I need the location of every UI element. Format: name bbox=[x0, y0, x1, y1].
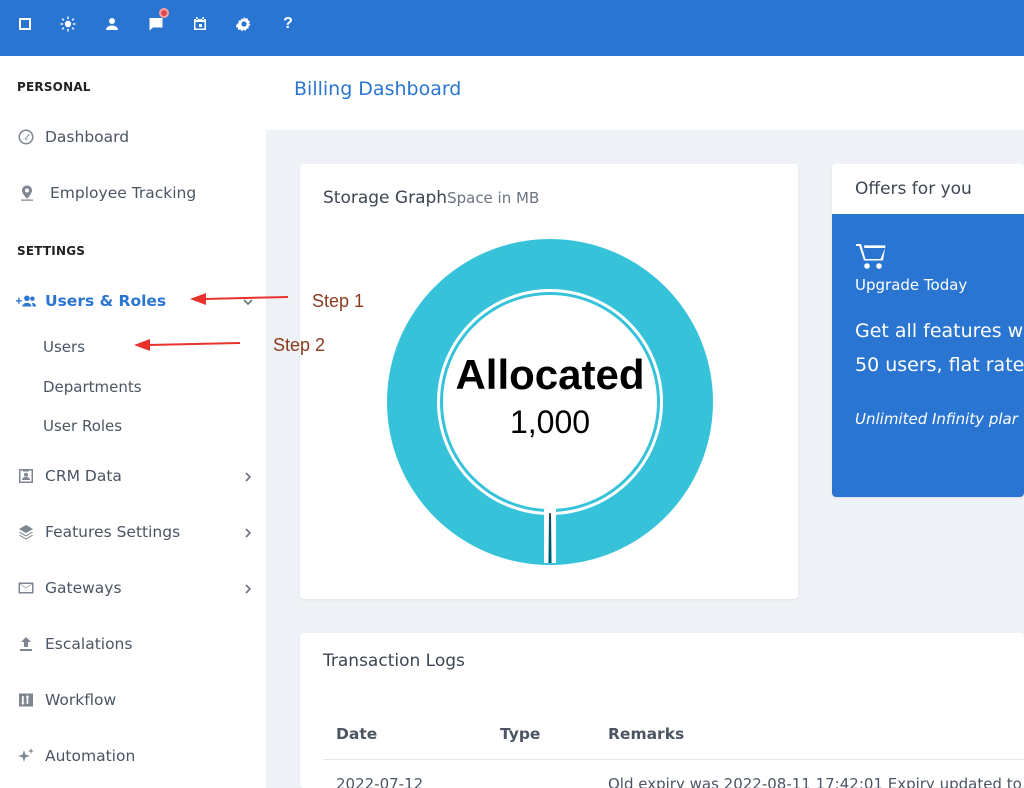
sidebar-item-label: Escalations bbox=[45, 635, 133, 653]
users-add-icon bbox=[14, 291, 38, 311]
sidebar-item-label: Users & Roles bbox=[45, 292, 167, 310]
chevron-right-icon[interactable] bbox=[241, 581, 255, 595]
sidebar-item-label: Workflow bbox=[45, 691, 117, 709]
page-title: Billing Dashboard bbox=[294, 78, 462, 100]
upload-icon bbox=[16, 634, 36, 654]
sidebar-item-features-settings[interactable]: Features Settings bbox=[0, 512, 266, 552]
sidebar-item-users-roles[interactable]: Users & Roles bbox=[0, 281, 266, 321]
square-icon[interactable] bbox=[14, 12, 36, 36]
sidebar-item-gateways[interactable]: Gateways bbox=[0, 568, 266, 608]
sidebar: PERSONAL Dashboard Employee Tracking SET… bbox=[0, 56, 266, 788]
mail-icon bbox=[16, 578, 36, 598]
sidebar-item-label: Employee Tracking bbox=[50, 184, 197, 202]
gear-icon[interactable] bbox=[233, 12, 255, 36]
sidebar-item-escalations[interactable]: Escalations bbox=[0, 624, 266, 664]
column-header-date[interactable]: Date bbox=[336, 725, 377, 743]
help-icon[interactable]: ? bbox=[277, 12, 299, 36]
sidebar-item-label: Dashboard bbox=[45, 128, 130, 146]
top-bar: ? bbox=[0, 0, 1024, 56]
step1-label: Step 1 bbox=[312, 291, 365, 311]
transaction-logs-card: Transaction Logs Date Type Remarks 2022-… bbox=[300, 633, 1024, 788]
sidebar-subitem-users[interactable]: Users bbox=[43, 338, 85, 356]
sidebar-section-personal: PERSONAL bbox=[17, 80, 91, 94]
sidebar-item-label: Gateways bbox=[45, 579, 122, 597]
location-pin-icon bbox=[17, 183, 37, 203]
page-header: Billing Dashboard bbox=[266, 56, 1024, 130]
workflow-icon bbox=[16, 690, 36, 710]
notification-badge bbox=[159, 8, 169, 18]
donut-hole bbox=[443, 295, 657, 509]
storage-donut-chart[interactable]: Allocated 1,000 bbox=[385, 237, 715, 567]
donut-center-label: Allocated bbox=[455, 351, 644, 398]
chevron-right-icon[interactable] bbox=[241, 525, 255, 539]
offers-title: Offers for you bbox=[855, 179, 972, 199]
calendar-icon[interactable] bbox=[189, 12, 211, 36]
sidebar-item-employee-tracking[interactable]: Employee Tracking bbox=[0, 173, 266, 213]
sidebar-section-settings: SETTINGS bbox=[17, 244, 86, 258]
transaction-logs-title: Transaction Logs bbox=[323, 651, 465, 671]
contact-card-icon bbox=[16, 466, 36, 486]
sparkle-icon bbox=[16, 746, 36, 766]
sidebar-item-automation[interactable]: Automation bbox=[0, 736, 266, 776]
offers-card: Offers for you Upgrade Today Get all fea… bbox=[832, 164, 1024, 497]
sidebar-item-dashboard[interactable]: Dashboard bbox=[0, 117, 266, 157]
chevron-right-icon[interactable] bbox=[241, 469, 255, 483]
storage-graph-subtitle: Space in MB bbox=[447, 189, 540, 207]
offer-headline-line1: Get all features w bbox=[855, 320, 1024, 342]
sidebar-item-label: Automation bbox=[45, 747, 136, 765]
sidebar-subitem-departments[interactable]: Departments bbox=[43, 378, 142, 396]
sun-icon[interactable] bbox=[57, 12, 79, 36]
offers-header: Offers for you bbox=[832, 164, 1024, 214]
layers-icon bbox=[16, 522, 36, 542]
cart-icon bbox=[855, 242, 887, 272]
offer-headline-line2: 50 users, flat rate bbox=[855, 354, 1024, 376]
offers-body[interactable]: Upgrade Today Get all features w 50 user… bbox=[832, 214, 1024, 497]
offer-upgrade-label: Upgrade Today bbox=[855, 276, 968, 294]
column-header-type[interactable]: Type bbox=[500, 725, 540, 743]
table-cell-date: 2022-07-12 bbox=[336, 775, 424, 788]
table-header-divider bbox=[323, 759, 1024, 760]
step2-label: Step 2 bbox=[273, 335, 326, 355]
chevron-down-icon[interactable] bbox=[241, 294, 255, 308]
person-icon[interactable] bbox=[101, 12, 123, 36]
donut-center-value: 1,000 bbox=[510, 404, 590, 440]
sidebar-item-crm-data[interactable]: CRM Data bbox=[0, 456, 266, 496]
sidebar-item-label: CRM Data bbox=[45, 467, 122, 485]
chat-icon[interactable] bbox=[145, 8, 169, 36]
storage-graph-card: Storage GraphSpace in MB Allocated 1,000 bbox=[300, 164, 798, 599]
sidebar-subitem-user-roles[interactable]: User Roles bbox=[43, 417, 122, 435]
storage-graph-heading: Storage Graph bbox=[323, 188, 448, 208]
speedometer-icon bbox=[16, 127, 36, 147]
offer-note: Unlimited Infinity plar bbox=[855, 410, 1018, 428]
sidebar-item-workflow[interactable]: Workflow bbox=[0, 680, 266, 720]
storage-graph-title: Storage GraphSpace in MB bbox=[323, 188, 539, 208]
sidebar-item-label: Features Settings bbox=[45, 523, 181, 541]
table-cell-remarks: Old expiry was 2022-08-11 17:42:01 Expir… bbox=[608, 775, 1024, 788]
column-header-remarks[interactable]: Remarks bbox=[608, 725, 684, 743]
